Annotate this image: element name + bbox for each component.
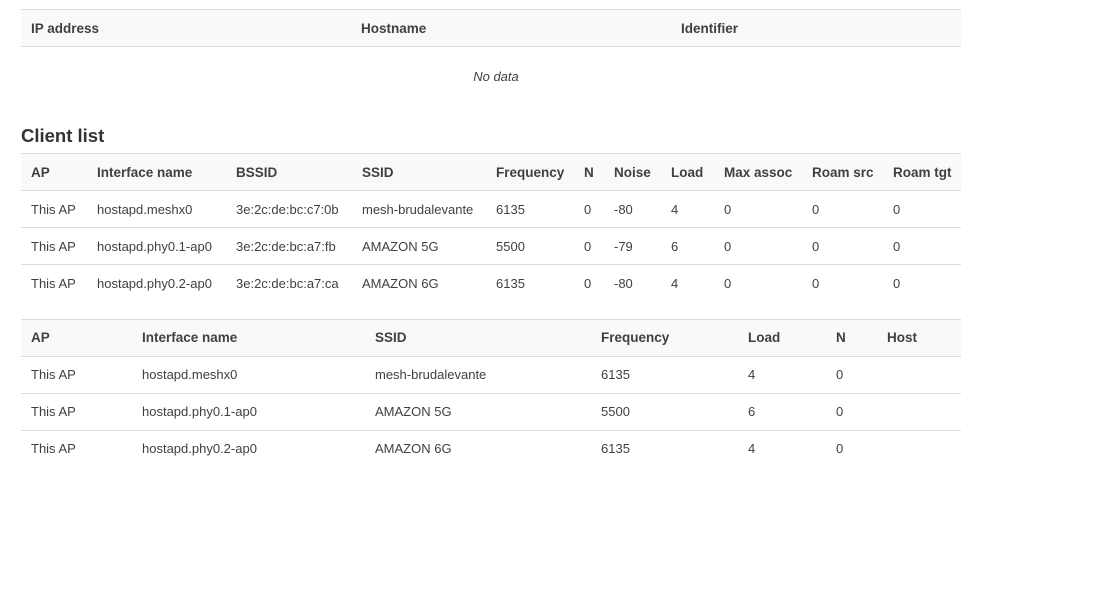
cell-interface-name: hostapd.phy0.1-ap0 xyxy=(142,404,257,419)
cell-bssid: 3e:2c:de:bc:a7:ca xyxy=(236,275,339,291)
column-header-frequency: Frequency xyxy=(591,318,738,357)
cell-ssid: mesh-brudalevante xyxy=(362,201,474,217)
no-data-text: No data xyxy=(473,68,519,84)
column-header-interface-name: Interface name xyxy=(87,153,226,191)
cell-bssid: 3e:2c:de:bc:c7:0b xyxy=(236,201,339,217)
cell-frequency: 5500 xyxy=(601,404,630,419)
column-header-ap: AP xyxy=(21,318,132,357)
hosts-table: IP address Hostname Identifier No data xyxy=(21,9,961,105)
cell-noise: -80 xyxy=(614,201,633,217)
column-header-max-assoc: Max assoc xyxy=(714,153,802,191)
client-list-title: Client list xyxy=(21,125,105,146)
ap-table: AP Interface name SSID Frequency Load N … xyxy=(21,318,961,468)
cell-roam-src: 0 xyxy=(812,238,820,254)
cell-roam-tgt: 0 xyxy=(893,201,901,217)
cell-frequency: 6135 xyxy=(601,441,630,457)
cell-load: 4 xyxy=(671,201,679,217)
column-header-ip-address: IP address xyxy=(21,9,351,47)
table-row: This AP hostapd.phy0.1-ap0 AMAZON 5G 550… xyxy=(21,393,961,430)
cell-load: 4 xyxy=(748,367,756,382)
column-header-interface-name: Interface name xyxy=(132,318,365,357)
hosts-table-header-row: IP address Hostname Identifier xyxy=(21,9,961,47)
table-row: This AP hostapd.meshx0 mesh-brudalevante… xyxy=(21,356,961,393)
cell-load: 6 xyxy=(671,238,679,254)
column-header-roam-tgt: Roam tgt xyxy=(883,153,961,191)
cell-max-assoc: 0 xyxy=(724,238,732,254)
cell-frequency: 6135 xyxy=(496,201,525,217)
cell-roam-tgt: 0 xyxy=(893,238,901,254)
cell-ap: This AP xyxy=(31,404,76,419)
client-list-header-row: AP Interface name BSSID SSID Frequency N… xyxy=(21,153,961,191)
table-row: This AP hostapd.meshx0 3e:2c:de:bc:c7:0b… xyxy=(21,191,961,228)
column-header-ssid: SSID xyxy=(352,153,486,191)
cell-noise: -79 xyxy=(614,238,633,254)
cell-ap: This AP xyxy=(31,238,76,254)
cell-interface-name: hostapd.meshx0 xyxy=(142,367,238,382)
column-header-roam-src: Roam src xyxy=(802,153,883,191)
cell-noise: -80 xyxy=(614,275,633,291)
cell-host xyxy=(877,393,961,430)
column-header-host: Host xyxy=(877,318,961,357)
cell-max-assoc: 0 xyxy=(724,201,732,217)
cell-ssid: AMAZON 5G xyxy=(362,238,439,254)
cell-interface-name: hostapd.phy0.1-ap0 xyxy=(97,238,212,254)
column-header-n: N xyxy=(826,318,877,357)
cell-n: 0 xyxy=(836,404,844,419)
cell-interface-name: hostapd.meshx0 xyxy=(97,201,193,217)
column-header-frequency: Frequency xyxy=(486,153,574,191)
ap-table-header-row: AP Interface name SSID Frequency Load N … xyxy=(21,318,961,357)
column-header-load: Load xyxy=(738,318,826,357)
column-header-bssid: BSSID xyxy=(226,153,352,191)
cell-n: 0 xyxy=(584,238,592,254)
cell-bssid: 3e:2c:de:bc:a7:fb xyxy=(236,238,336,254)
column-header-hostname: Hostname xyxy=(351,9,671,47)
cell-host xyxy=(877,430,961,467)
cell-ap: This AP xyxy=(31,367,76,382)
cell-interface-name: hostapd.phy0.2-ap0 xyxy=(97,275,212,291)
table-row: This AP hostapd.phy0.2-ap0 3e:2c:de:bc:a… xyxy=(21,265,961,302)
cell-roam-src: 0 xyxy=(812,201,820,217)
cell-interface-name: hostapd.phy0.2-ap0 xyxy=(142,441,257,457)
column-header-ssid: SSID xyxy=(365,318,591,357)
client-list-table: AP Interface name BSSID SSID Frequency N… xyxy=(21,153,961,302)
cell-load: 4 xyxy=(671,275,679,291)
cell-ssid: mesh-brudalevante xyxy=(375,367,487,382)
cell-load: 4 xyxy=(748,441,756,457)
cell-max-assoc: 0 xyxy=(724,275,732,291)
cell-ssid: AMAZON 6G xyxy=(375,441,452,457)
cell-n: 0 xyxy=(584,275,592,291)
table-row: This AP hostapd.phy0.2-ap0 AMAZON 6G 613… xyxy=(21,430,961,467)
column-header-noise: Noise xyxy=(604,153,661,191)
cell-load: 6 xyxy=(748,404,756,419)
empty-row: No data xyxy=(21,47,961,106)
cell-n: 0 xyxy=(584,201,592,217)
column-header-identifier: Identifier xyxy=(671,9,961,47)
cell-frequency: 5500 xyxy=(496,238,525,254)
cell-frequency: 6135 xyxy=(601,367,630,382)
column-header-n: N xyxy=(574,153,604,191)
cell-ap: This AP xyxy=(31,275,76,291)
cell-roam-tgt: 0 xyxy=(893,275,901,291)
cell-ssid: AMAZON 5G xyxy=(375,404,452,419)
table-row: This AP hostapd.phy0.1-ap0 3e:2c:de:bc:a… xyxy=(21,228,961,265)
page-content: IP address Hostname Identifier No data C… xyxy=(21,9,961,467)
cell-host xyxy=(877,356,961,393)
cell-n: 0 xyxy=(836,367,844,382)
column-header-load: Load xyxy=(661,153,714,191)
cell-n: 0 xyxy=(836,441,844,457)
cell-ap: This AP xyxy=(31,441,76,457)
cell-ap: This AP xyxy=(31,201,76,217)
cell-frequency: 6135 xyxy=(496,275,525,291)
cell-roam-src: 0 xyxy=(812,275,820,291)
column-header-ap: AP xyxy=(21,153,87,191)
cell-ssid: AMAZON 6G xyxy=(362,275,439,291)
